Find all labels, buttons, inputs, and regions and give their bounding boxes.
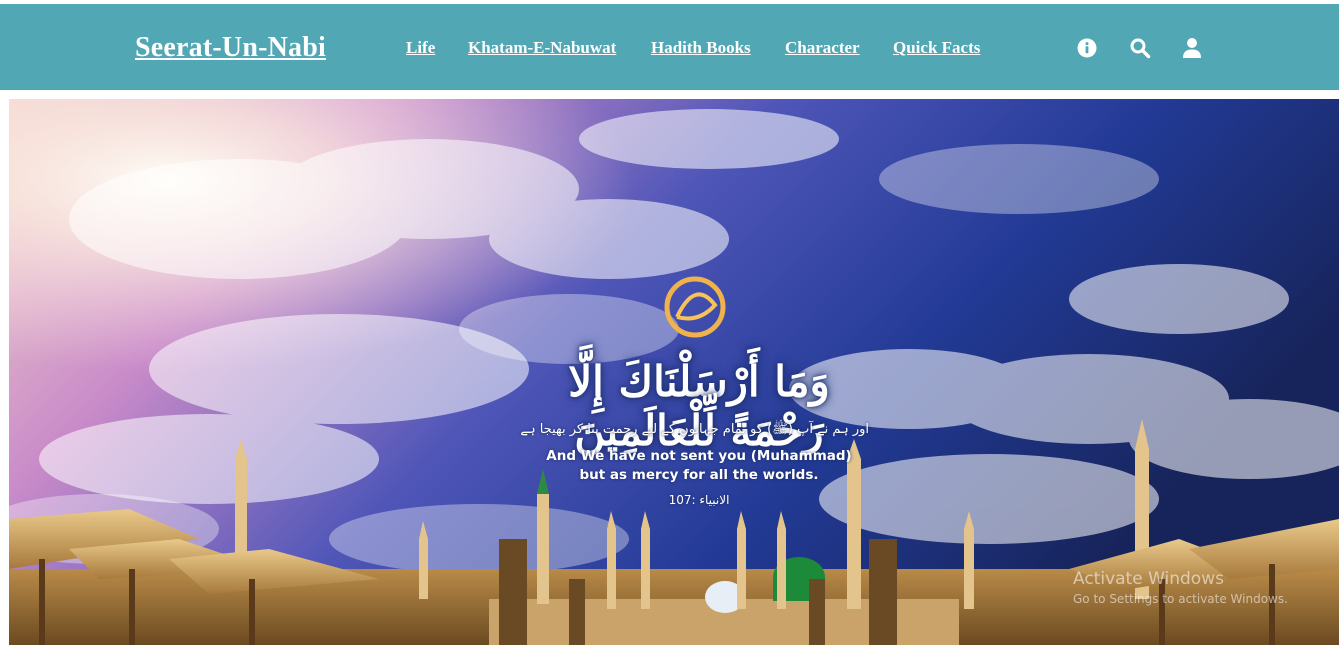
nav-link-hadith-books[interactable]: Hadith Books — [651, 38, 751, 58]
nav-link-quick-facts[interactable]: Quick Facts — [893, 38, 980, 58]
search-icon[interactable] — [1129, 37, 1151, 59]
navbar: Seerat-Un-Nabi Life Khatam-E-Nabuwat Had… — [0, 4, 1339, 90]
nav-link-life[interactable]: Life — [406, 38, 435, 58]
hero-background-image — [9, 99, 1339, 645]
user-icon[interactable] — [1181, 37, 1203, 59]
nav-link-khatam-e-nabuwat[interactable]: Khatam-E-Nabuwat — [468, 38, 616, 58]
info-icon[interactable] — [1076, 37, 1098, 59]
hero-banner: وَمَا أَرْسَلْنَاكَ إِلَّا رَحْمَةً لِّل… — [9, 99, 1339, 645]
nav-link-character[interactable]: Character — [785, 38, 860, 58]
brand-logo-link[interactable]: Seerat-Un-Nabi — [135, 32, 326, 64]
